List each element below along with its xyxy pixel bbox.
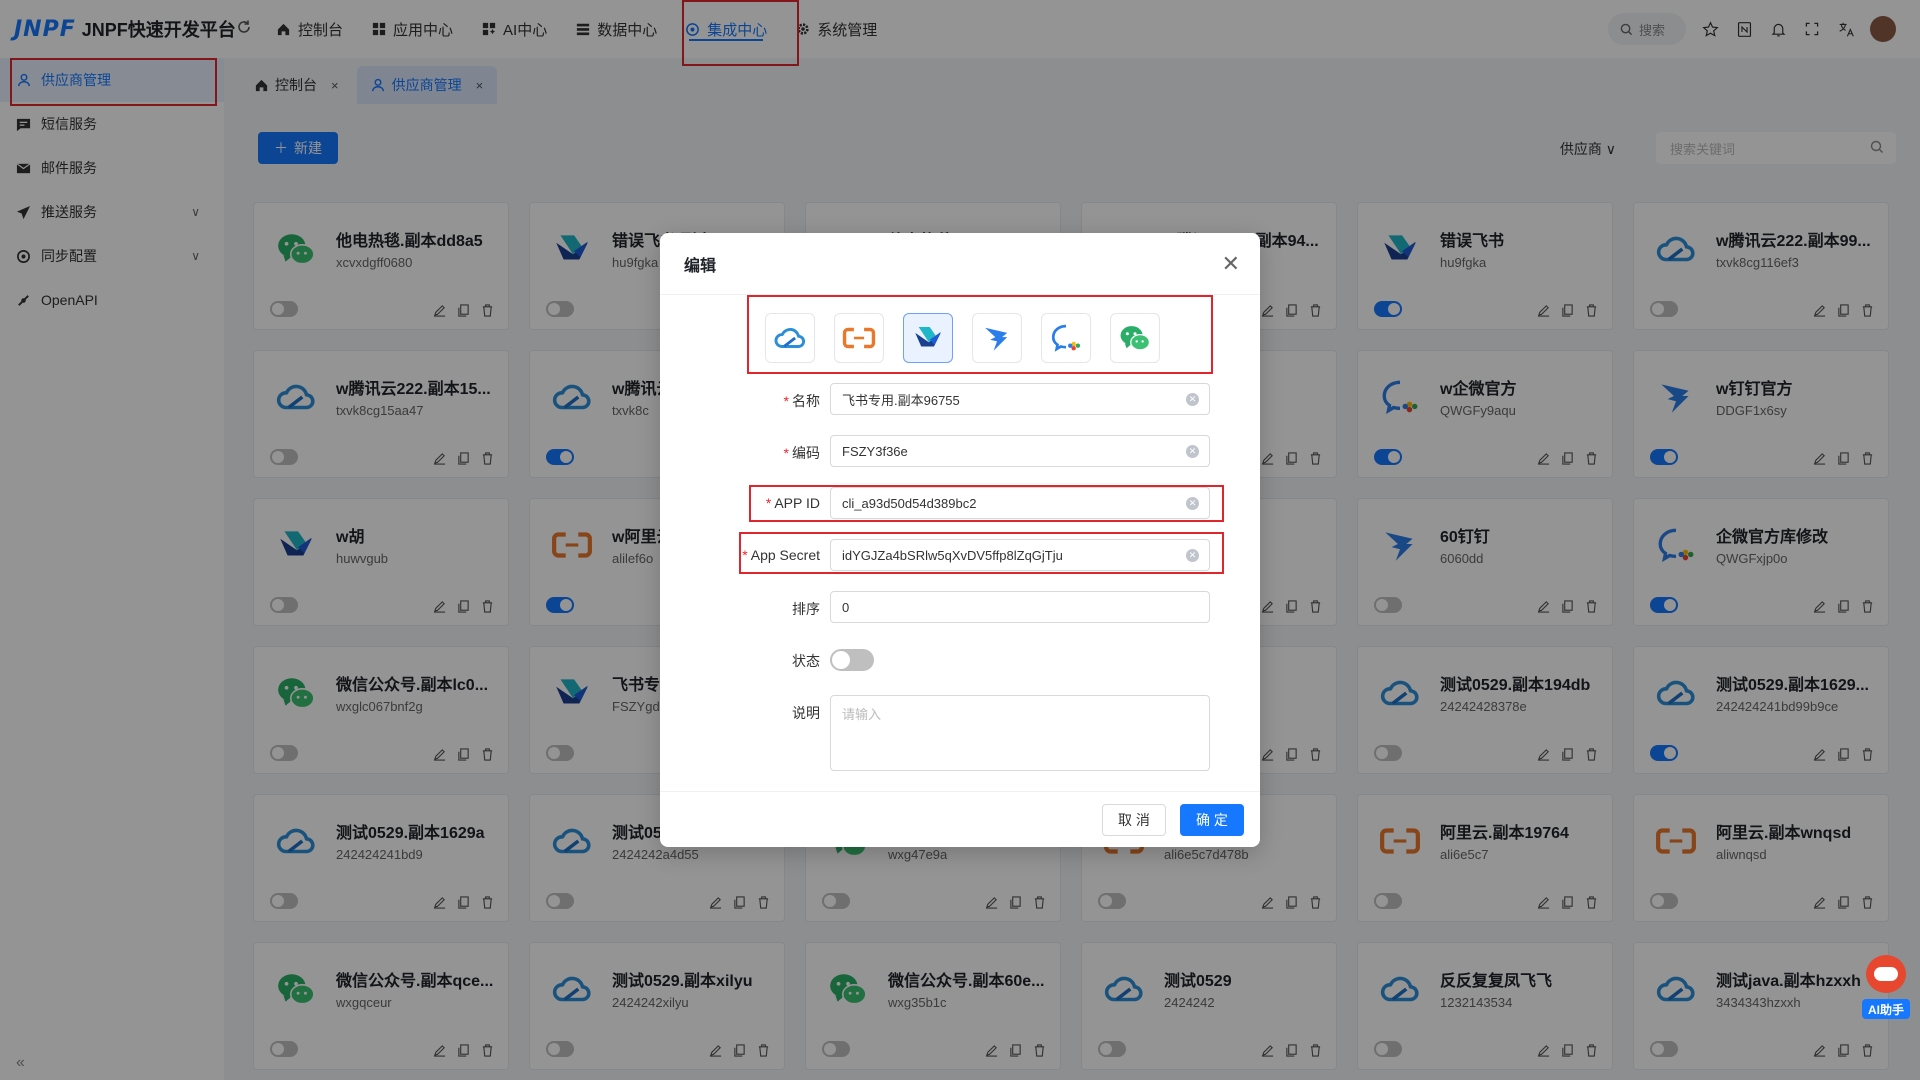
edit-dialog: 编辑 ✕ * 名称 飞书专用.副本96755 ✕ * 编码 FSZY3f36e ✕ * A… [660, 233, 1260, 847]
wecom-icon[interactable] [1041, 313, 1091, 363]
secret-row: * App Secret idYGJZa4bSRlw5qXvDV5ffp8lZqG… [660, 539, 1260, 573]
description-textarea[interactable]: 请输入 [830, 695, 1210, 771]
description-row: 说明 请输入 [660, 695, 1260, 773]
feishu-icon[interactable] [903, 313, 953, 363]
dialog-title: 编辑 [684, 257, 717, 275]
wechat-icon[interactable] [1110, 313, 1160, 363]
tencent-cloud-icon[interactable] [765, 313, 815, 363]
cancel-button[interactable]: 取 消 [1102, 804, 1166, 836]
robot-icon [1866, 955, 1906, 993]
code-field[interactable]: FSZY3f36e ✕ [830, 435, 1210, 467]
appid-label: * APP ID [765, 495, 820, 511]
status-label: 状态 [792, 653, 820, 669]
dialog-footer: 取 消 确 定 [660, 791, 1260, 847]
code-label: * 编码 [783, 445, 820, 461]
appid-field[interactable]: cli_a93d50d54d389bc2 ✕ [830, 487, 1210, 519]
provider-type-selector [765, 313, 1160, 363]
sort-row: 排序 0 [660, 591, 1260, 625]
clear-icon[interactable]: ✕ [1186, 497, 1199, 510]
name-field[interactable]: 飞书专用.副本96755 ✕ [830, 383, 1210, 415]
clear-icon[interactable]: ✕ [1186, 445, 1199, 458]
status-row: 状态 [660, 643, 1260, 677]
status-switch[interactable] [830, 649, 874, 671]
name-row: * 名称 飞书专用.副本96755 ✕ [660, 383, 1260, 417]
appid-value: cli_a93d50d54d389bc2 [842, 495, 977, 511]
appid-row: * APP ID cli_a93d50d54d389bc2 ✕ [660, 487, 1260, 521]
close-icon[interactable]: ✕ [1222, 251, 1240, 277]
description-placeholder: 请输入 [842, 707, 882, 722]
secret-label: * App Secret [742, 547, 820, 563]
clear-icon[interactable]: ✕ [1186, 393, 1199, 406]
sort-field[interactable]: 0 [830, 591, 1210, 623]
code-row: * 编码 FSZY3f36e ✕ [660, 435, 1260, 469]
description-label: 说明 [792, 705, 820, 721]
ai-assistant-button[interactable]: AI助手 [1862, 955, 1910, 1021]
secret-value: idYGJZa4bSRlw5qXvDV5ffp8lZqGjTju [842, 547, 1063, 563]
dialog-header: 编辑 ✕ [660, 233, 1260, 295]
confirm-button[interactable]: 确 定 [1180, 804, 1244, 836]
ai-assistant-label: AI助手 [1862, 999, 1910, 1019]
dingtalk-icon[interactable] [972, 313, 1022, 363]
name-value: 飞书专用.副本96755 [842, 392, 960, 408]
clear-icon[interactable]: ✕ [1186, 549, 1199, 562]
sort-label: 排序 [792, 601, 820, 617]
sort-value: 0 [842, 599, 850, 615]
code-value: FSZY3f36e [842, 443, 908, 459]
aliyun-icon[interactable] [834, 313, 884, 363]
secret-field[interactable]: idYGJZa4bSRlw5qXvDV5ffp8lZqGjTju ✕ [830, 539, 1210, 571]
name-label: * 名称 [783, 393, 820, 409]
